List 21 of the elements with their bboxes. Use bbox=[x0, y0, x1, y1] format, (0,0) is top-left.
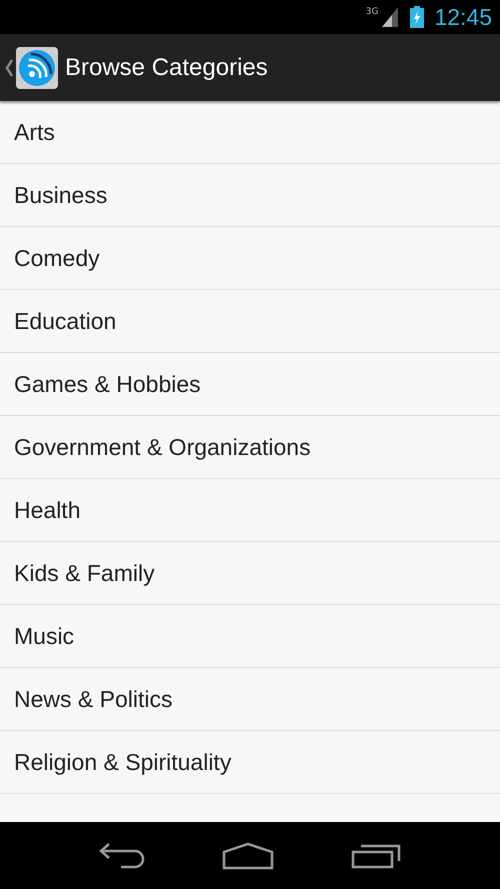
battery-charging-icon bbox=[410, 6, 424, 28]
category-item[interactable]: Music bbox=[0, 605, 500, 668]
network-type: 3G bbox=[366, 7, 378, 17]
clock-time: 12:45 bbox=[434, 4, 492, 30]
category-item[interactable]: Games & Hobbies bbox=[0, 353, 500, 416]
category-item[interactable]: Business bbox=[0, 164, 500, 227]
category-item[interactable]: Education bbox=[0, 290, 500, 353]
screen-title: Browse Categories bbox=[65, 54, 268, 82]
category-item[interactable]: Comedy bbox=[0, 227, 500, 290]
back-icon[interactable] bbox=[98, 842, 145, 868]
signal-icon bbox=[382, 7, 398, 27]
home-icon[interactable] bbox=[222, 842, 274, 870]
category-item[interactable]: Religion & Spirituality bbox=[0, 731, 500, 794]
category-item[interactable]: News & Politics bbox=[0, 668, 500, 731]
back-chevron-icon bbox=[5, 58, 13, 76]
category-item[interactable]: Kids & Family bbox=[0, 542, 500, 605]
category-item[interactable]: Health bbox=[0, 479, 500, 542]
app-logo-icon bbox=[15, 46, 59, 90]
category-item[interactable]: Government & Organizations bbox=[0, 416, 500, 479]
category-item[interactable]: Arts bbox=[0, 101, 500, 164]
recent-apps-icon[interactable] bbox=[351, 842, 402, 868]
